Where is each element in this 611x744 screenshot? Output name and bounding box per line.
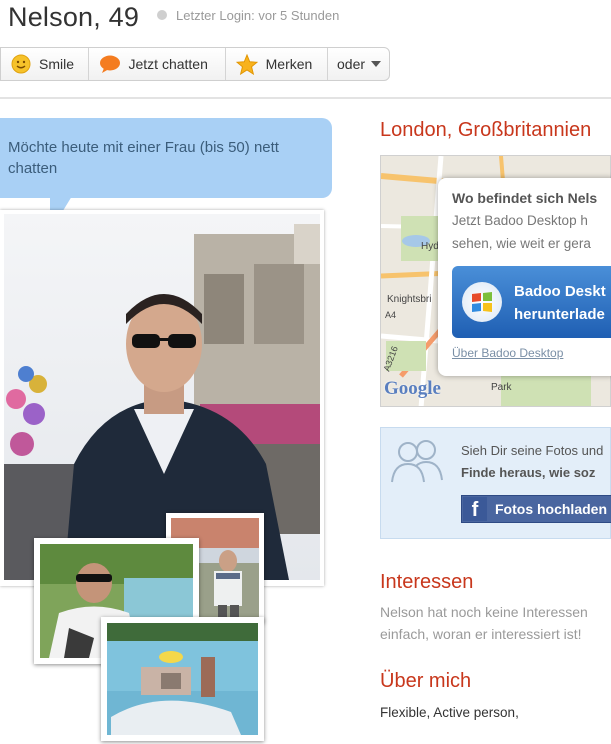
last-login-text: Letzter Login: vor 5 Stunden (176, 8, 340, 23)
interests-text-2: einfach, woran er interessiert ist! (380, 626, 582, 642)
interests-text-1: Nelson hat noch keine Interessen (380, 604, 588, 620)
location-heading: London, Großbritannien (380, 119, 592, 141)
smile-icon (11, 54, 31, 74)
map-popup-text-2: sehen, wie weit er gera (452, 236, 591, 251)
main-profile-photo[interactable] (4, 214, 320, 580)
upload-photos-text-1: Sieh Dir seine Fotos und (461, 443, 604, 458)
map-label-park: Park (491, 382, 513, 393)
map-label-knightsbridge: Knightsbri (387, 294, 431, 305)
download-button-label-1: Badoo Deskt (514, 283, 606, 300)
bookmark-label: Merken (265, 56, 313, 72)
download-button-label-2: herunterlade (514, 306, 605, 323)
more-options-label: oder (337, 56, 366, 72)
photo-thumbnail-3[interactable] (101, 617, 264, 741)
people-silhouette-icon (388, 438, 446, 489)
chat-button[interactable]: Jetzt chatten (89, 48, 226, 80)
action-bar: Smile Jetzt chatten Merken oder (0, 47, 390, 81)
profile-name-age: Nelson, 49 (8, 2, 140, 32)
facebook-icon: f (463, 497, 487, 521)
about-text: Flexible, Active person, (380, 705, 519, 720)
smile-label: Smile (39, 56, 75, 72)
windows-logo-icon (462, 282, 502, 322)
online-status-dot (157, 10, 167, 20)
about-badoo-desktop-link[interactable]: Über Badoo Desktop (452, 346, 563, 360)
bookmark-button[interactable]: Merken (226, 48, 329, 80)
chat-label: Jetzt chatten (128, 56, 208, 72)
star-icon (235, 53, 258, 75)
interests-heading: Interessen (380, 571, 474, 593)
google-logo: Google (384, 378, 441, 399)
map-label-a4: A4 (385, 310, 396, 320)
map-popup-title: Wo befindet sich Nels (452, 190, 598, 206)
about-heading: Über mich (380, 670, 472, 692)
chevron-down-icon (371, 61, 382, 67)
more-options-dropdown[interactable]: oder (328, 48, 389, 80)
header-divider (0, 97, 611, 99)
smile-button[interactable]: Smile (1, 48, 89, 80)
map-label-hyde: Hyd (421, 241, 439, 252)
upload-photos-text-2: Finde heraus, wie soz (461, 465, 596, 480)
status-text: Möchte heute mit einer Frau (bis 50) net… (8, 139, 279, 177)
upload-photos-label: Fotos hochladen (495, 501, 607, 517)
chat-bubble-icon (99, 55, 120, 73)
map-popup-text-1: Jetzt Badoo Desktop h (452, 213, 588, 228)
